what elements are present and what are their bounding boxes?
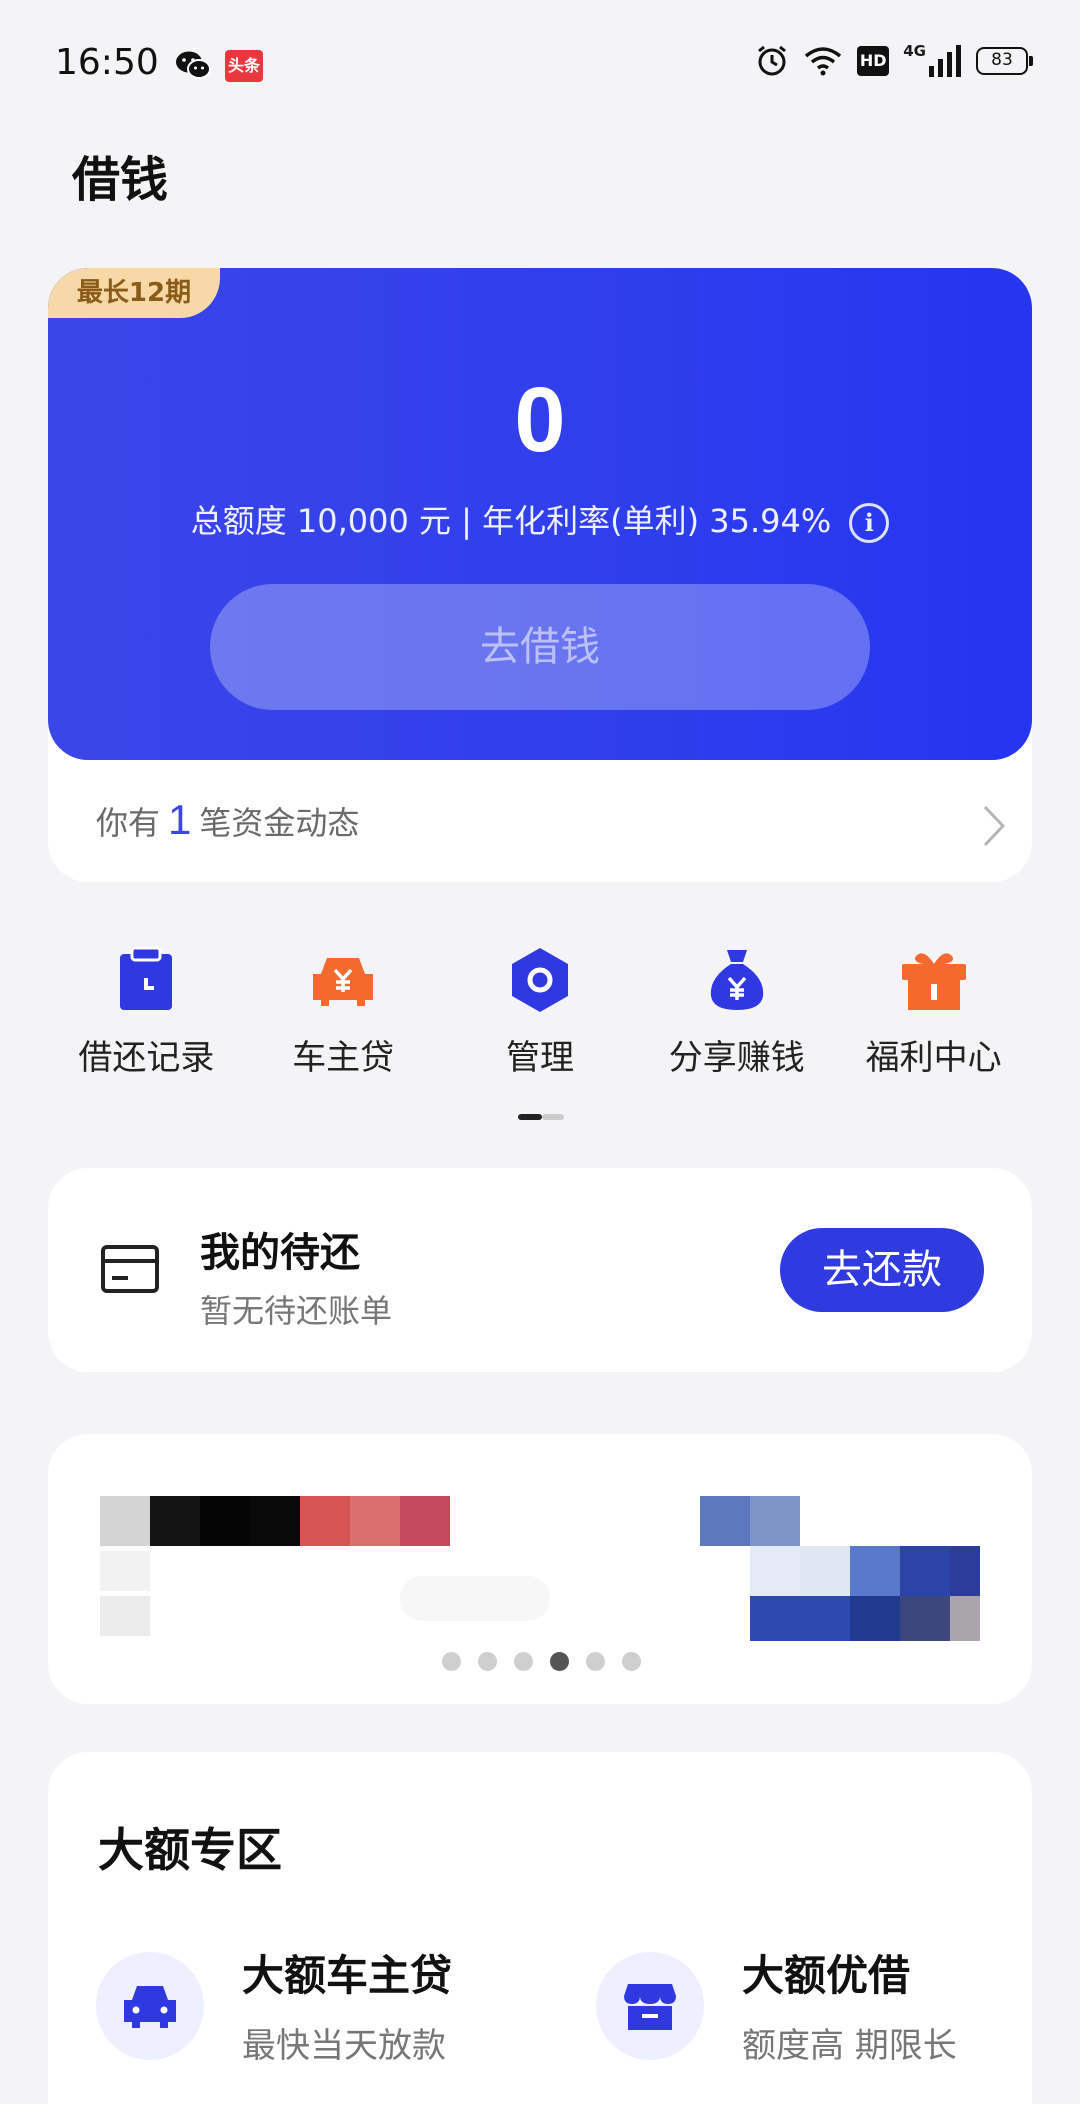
- loan-card: 最长12期 0 总额度 10,000 元 | 年化利率(单利) 35.94% i …: [48, 268, 1032, 760]
- menu-page-indicator-active: [518, 1114, 542, 1120]
- carousel-dot-active[interactable]: [550, 1652, 569, 1671]
- repay-subtitle: 暂无待还账单: [200, 1292, 393, 1330]
- shop-icon: [596, 1952, 704, 2060]
- product-big-premium-loan[interactable]: 大额优借 额度高 期限长: [596, 1942, 1076, 2092]
- wifi-icon: [803, 45, 843, 77]
- carousel-dots: [442, 1652, 641, 1671]
- activity-prefix: 你有: [96, 804, 161, 842]
- carousel-dot[interactable]: [586, 1652, 605, 1671]
- banner-ad-image: [100, 1496, 980, 1641]
- repay-card: 我的待还 暂无待还账单 去还款: [48, 1168, 1032, 1372]
- menu-page-indicator-track: [542, 1114, 564, 1120]
- activity-count: 1: [168, 796, 192, 843]
- carousel-dot[interactable]: [514, 1652, 533, 1671]
- carousel-dot[interactable]: [622, 1652, 641, 1671]
- product-name: 大额车主贷: [242, 1951, 453, 2000]
- carousel-dot[interactable]: [442, 1652, 461, 1671]
- alarm-icon: [755, 44, 789, 78]
- menu-item-records[interactable]: 借还记录: [48, 930, 245, 1110]
- menu-item-car-loan[interactable]: 车主贷: [245, 930, 442, 1110]
- menu-label: 福利中心: [865, 1038, 1002, 1078]
- menu-label: 管理: [505, 1038, 574, 1078]
- section-title: 大额专区: [98, 1823, 282, 1877]
- menu-label: 车主贷: [292, 1038, 395, 1078]
- fund-activity-row[interactable]: 你有 1 笔资金动态: [96, 796, 1006, 856]
- info-icon[interactable]: i: [849, 503, 890, 543]
- status-time: 16:50: [55, 42, 159, 83]
- car-icon: [96, 1952, 204, 2060]
- battery-indicator: 83: [976, 47, 1033, 75]
- money-bag-icon: [701, 944, 773, 1016]
- status-bar: 16:50 头条 HD 4G 83: [0, 0, 1080, 130]
- available-amount: 0: [514, 369, 566, 471]
- menu-item-share-earn[interactable]: 分享赚钱: [638, 930, 835, 1110]
- gift-icon: [898, 944, 970, 1016]
- banner-carousel[interactable]: [48, 1434, 1032, 1704]
- menu-page-indicator: [518, 1114, 564, 1120]
- big-loan-section: 大额专区 大额车主贷 最快当天放款 大额优借 额度高 期限长: [48, 1752, 1032, 2104]
- menu-label: 借还记录: [78, 1038, 215, 1078]
- product-desc: 额度高 期限长: [742, 2026, 957, 2066]
- repay-title: 我的待还: [200, 1230, 360, 1276]
- hexagon-settings-icon: [504, 944, 576, 1016]
- carousel-dot[interactable]: [478, 1652, 497, 1671]
- term-badge: 最长12期: [48, 268, 220, 318]
- menu-item-manage[interactable]: 管理: [442, 930, 639, 1110]
- repay-button[interactable]: 去还款: [780, 1228, 984, 1312]
- calendar-clock-icon: [110, 944, 182, 1016]
- wechat-icon: [175, 50, 211, 80]
- car-yen-icon: [307, 944, 379, 1016]
- hd-badge: HD: [857, 46, 890, 76]
- product-name: 大额优借: [742, 1951, 911, 2000]
- credit-info-text: 总额度 10,000 元 | 年化利率(单利) 35.94%: [190, 502, 832, 540]
- menu-label: 分享赚钱: [668, 1038, 805, 1078]
- credit-info: 总额度 10,000 元 | 年化利率(单利) 35.94% i: [48, 496, 1032, 543]
- quick-menu: 借还记录 车主贷 管理 分享赚钱 福利中心: [48, 930, 1032, 1110]
- product-desc: 最快当天放款: [242, 2026, 446, 2066]
- credit-card-icon: [100, 1244, 160, 1298]
- chevron-right-icon: [982, 804, 1006, 856]
- signal-icon: 4G: [903, 44, 962, 78]
- news-app-icon: 头条: [225, 50, 263, 82]
- network-type-label: 4G: [903, 42, 926, 60]
- loan-panel: 最长12期 0 总额度 10,000 元 | 年化利率(单利) 35.94% i …: [48, 268, 1032, 882]
- page-title: 借钱: [72, 152, 169, 208]
- activity-suffix: 笔资金动态: [199, 804, 360, 842]
- borrow-button[interactable]: 去借钱: [210, 584, 870, 710]
- menu-item-welfare[interactable]: 福利中心: [835, 930, 1032, 1110]
- product-big-car-loan[interactable]: 大额车主贷 最快当天放款: [96, 1942, 576, 2092]
